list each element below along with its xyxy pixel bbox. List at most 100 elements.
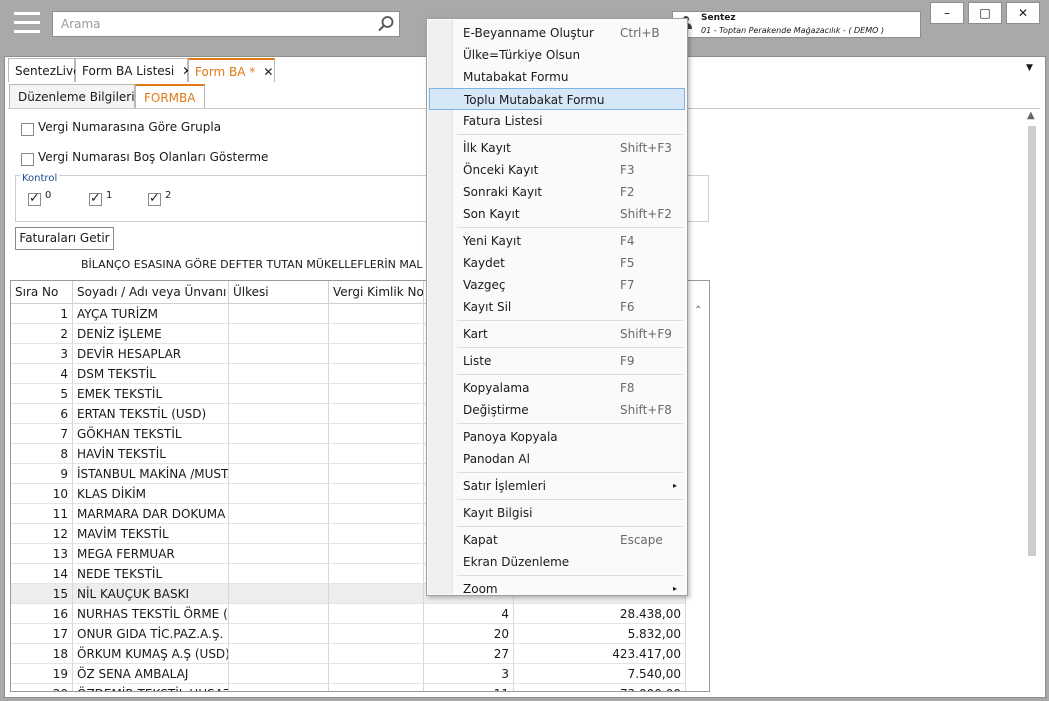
cell-country[interactable]: [229, 364, 329, 384]
cell-tax-id[interactable]: [329, 484, 424, 504]
cell-name[interactable]: NEDE TEKSTİL: [73, 564, 229, 584]
cell-tax-id[interactable]: [329, 624, 424, 644]
cell-tax-id[interactable]: [329, 564, 424, 584]
cell-tax-id[interactable]: [329, 524, 424, 544]
menu-item[interactable]: Liste F9: [427, 350, 687, 372]
close-icon[interactable]: ✕: [263, 65, 273, 79]
close-window-button[interactable]: ✕: [1006, 2, 1040, 24]
cell-no[interactable]: 16: [11, 604, 73, 624]
cell-country[interactable]: [229, 604, 329, 624]
cell-no[interactable]: 9: [11, 464, 73, 484]
cell-tax-id[interactable]: [329, 384, 424, 404]
cell-tax-id[interactable]: [329, 684, 424, 691]
cell-no[interactable]: 2: [11, 324, 73, 344]
cell-no[interactable]: 3: [11, 344, 73, 364]
tab-form-ba[interactable]: Form BA * ✕: [188, 58, 275, 82]
menu-item[interactable]: Son Kayıt Shift+F2: [427, 203, 687, 225]
kontrol-2-checkbox[interactable]: [148, 191, 161, 206]
vertical-scrollbar[interactable]: ▲: [1025, 110, 1039, 692]
menu-item[interactable]: Kart Shift+F9: [427, 323, 687, 345]
kontrol-0-checkbox[interactable]: [28, 191, 41, 206]
scroll-up-icon[interactable]: ▲: [1027, 110, 1035, 121]
menu-item[interactable]: Sonraki Kayıt F2: [427, 181, 687, 203]
cell-no[interactable]: 17: [11, 624, 73, 644]
tab-duzenleme-bilgileri[interactable]: Düzenleme Bilgileri: [9, 84, 135, 109]
cell-tax-id[interactable]: [329, 364, 424, 384]
cell-name[interactable]: ÖZ SENA AMBALAJ: [73, 664, 229, 684]
cell-count[interactable]: 27: [424, 644, 514, 664]
cell-country[interactable]: [229, 404, 329, 424]
menu-item[interactable]: Mutabakat Formu: [427, 66, 687, 88]
cell-name[interactable]: DSM TEKSTİL: [73, 364, 229, 384]
cell-count[interactable]: 20: [424, 624, 514, 644]
cell-name[interactable]: GÖKHAN TEKSTİL: [73, 424, 229, 444]
menu-item[interactable]: E-Beyanname Oluştur Ctrl+B: [427, 22, 687, 44]
cell-name[interactable]: HAVİN TEKSTİL: [73, 444, 229, 464]
cell-country[interactable]: [229, 684, 329, 691]
cell-tax-id[interactable]: [329, 304, 424, 324]
cell-name[interactable]: KLAS DİKİM: [73, 484, 229, 504]
cell-amount[interactable]: 5.832,00: [514, 624, 686, 644]
cell-name[interactable]: DENİZ İŞLEME: [73, 324, 229, 344]
cell-no[interactable]: 12: [11, 524, 73, 544]
column-header-tax-id[interactable]: Vergi Kimlik No: [329, 281, 424, 304]
table-row[interactable]: 17 ONUR GIDA TİC.PAZ.A.Ş. 20 5.832,00: [11, 624, 709, 644]
cell-no[interactable]: 10: [11, 484, 73, 504]
chevron-down-icon[interactable]: ▼: [1026, 63, 1033, 73]
cell-tax-id[interactable]: [329, 404, 424, 424]
cell-country[interactable]: [229, 324, 329, 344]
cell-country[interactable]: [229, 464, 329, 484]
cell-tax-id[interactable]: [329, 444, 424, 464]
cell-country[interactable]: [229, 304, 329, 324]
menu-item[interactable]: Kayıt Sil F6: [427, 296, 687, 318]
column-header-country[interactable]: Ülkesi: [229, 281, 329, 304]
cell-no[interactable]: 4: [11, 364, 73, 384]
fetch-invoices-button[interactable]: Faturaları Getir: [15, 227, 114, 250]
menu-item[interactable]: Panoya Kopyala: [427, 426, 687, 448]
cell-country[interactable]: [229, 564, 329, 584]
table-row[interactable]: 16NURHAS TEKSTİL ÖRME (USD) 428.438,00: [11, 604, 709, 624]
cell-country[interactable]: [229, 584, 329, 604]
menu-item[interactable]: Fatura Listesi: [427, 110, 687, 132]
cell-name[interactable]: ERTAN TEKSTİL (USD): [73, 404, 229, 424]
cell-amount[interactable]: 73.000,00: [514, 684, 686, 691]
tab-form-ba-listesi[interactable]: Form BA Listesi✕: [75, 58, 192, 82]
menu-item[interactable]: Kayıt Bilgisi: [427, 502, 687, 524]
cell-name[interactable]: ONUR GIDA TİC.PAZ.A.Ş.: [73, 624, 229, 644]
cell-country[interactable]: [229, 384, 329, 404]
tab-sentezlive[interactable]: SentezLive: [8, 58, 81, 82]
cell-no[interactable]: 6: [11, 404, 73, 424]
cell-no[interactable]: 18: [11, 644, 73, 664]
cell-name[interactable]: NİL KAUÇUK BASKI: [73, 584, 229, 604]
minimize-button[interactable]: –: [930, 2, 964, 24]
cell-no[interactable]: 14: [11, 564, 73, 584]
cell-tax-id[interactable]: [329, 584, 424, 604]
table-row[interactable]: 18 ÖRKUM KUMAŞ A.Ş (USD) 27 423.417,00: [11, 644, 709, 664]
cell-tax-id[interactable]: [329, 344, 424, 364]
cell-country[interactable]: [229, 344, 329, 364]
cell-country[interactable]: [229, 644, 329, 664]
cell-name[interactable]: MAVİM TEKSTİL: [73, 524, 229, 544]
hide-empty-tax-checkbox[interactable]: [21, 153, 34, 166]
cell-tax-id[interactable]: [329, 424, 424, 444]
cell-name[interactable]: İSTANBUL MAKİNA /MUSTAFA: [73, 464, 229, 484]
cell-name[interactable]: NURHAS TEKSTİL ÖRME (USD): [73, 604, 229, 624]
cell-no[interactable]: 11: [11, 504, 73, 524]
menu-item[interactable]: Kapat Escape: [427, 529, 687, 551]
cell-no[interactable]: 1: [11, 304, 73, 324]
cell-name[interactable]: ÖRKUM KUMAŞ A.Ş (USD): [73, 644, 229, 664]
cell-no[interactable]: 13: [11, 544, 73, 564]
menu-item[interactable]: Ekran Düzenleme: [427, 551, 687, 573]
menu-item[interactable]: Değiştirme Shift+F8: [427, 399, 687, 421]
menu-item[interactable]: Zoom ▸: [427, 578, 687, 600]
column-header-name[interactable]: Soyadı / Adı veya Ünvanı: [73, 281, 229, 304]
column-header-no[interactable]: Sıra No: [11, 281, 73, 304]
cell-name[interactable]: MEGA FERMUAR: [73, 544, 229, 564]
table-row[interactable]: 20ÖZDEMİR TEKSTİL HUSAZ 1173.000,00: [11, 684, 709, 691]
user-panel[interactable]: Sentez 01 - Toptan Perakende Mağazacılık…: [672, 11, 921, 38]
menu-item[interactable]: İlk Kayıt Shift+F3: [427, 137, 687, 159]
cell-country[interactable]: [229, 444, 329, 464]
menu-icon[interactable]: [14, 12, 40, 34]
cell-count[interactable]: 4: [424, 604, 514, 624]
cell-amount[interactable]: 423.417,00: [514, 644, 686, 664]
